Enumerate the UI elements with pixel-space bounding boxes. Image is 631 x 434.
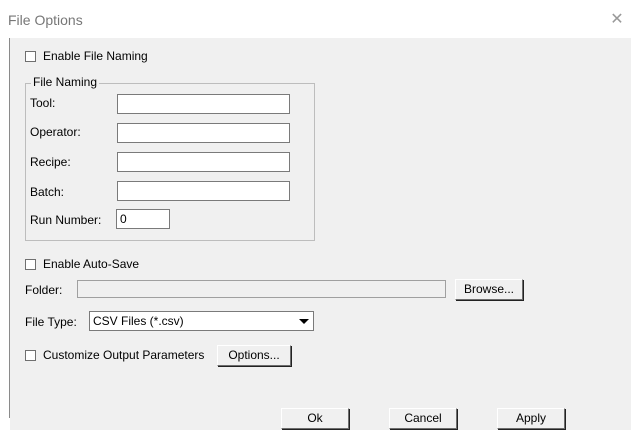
recipe-label: Recipe: [30,155,71,169]
recipe-input[interactable] [117,152,290,172]
browse-button[interactable]: Browse... [455,279,523,300]
cancel-button[interactable]: Cancel [389,408,457,429]
batch-label: Batch: [30,185,65,199]
enable-auto-save-label: Enable Auto-Save [43,257,140,271]
folder-label: Folder: [25,283,63,297]
dialog-body: Enable File Naming File Naming Tool: Ope… [10,38,631,430]
operator-input[interactable] [117,123,290,143]
tool-input[interactable] [117,94,290,114]
options-button[interactable]: Options... [217,345,291,366]
folder-input[interactable] [77,280,446,298]
run-number-label: Run Number: [30,213,102,227]
enable-file-naming-label: Enable File Naming [43,49,148,63]
apply-button[interactable]: Apply [497,408,565,429]
tool-label: Tool: [30,96,56,110]
chevron-down-icon [299,319,309,324]
close-icon[interactable]: ✕ [607,9,627,29]
operator-label: Operator: [30,125,81,139]
file-type-value: CSV Files (*.csv) [93,314,184,328]
run-number-input[interactable]: 0 [116,209,170,229]
ok-button[interactable]: Ok [281,408,349,429]
file-type-select[interactable]: CSV Files (*.csv) [89,311,314,331]
enable-auto-save-checkbox[interactable] [25,259,36,270]
window-title: File Options [8,12,83,28]
file-type-label: File Type: [25,315,77,329]
customize-output-checkbox[interactable] [25,350,36,361]
customize-output-label: Customize Output Parameters [43,348,205,362]
batch-input[interactable] [117,181,290,201]
title-bar: File Options ✕ [0,0,631,38]
file-naming-legend: File Naming [31,75,100,89]
enable-file-naming-checkbox[interactable] [25,51,36,62]
